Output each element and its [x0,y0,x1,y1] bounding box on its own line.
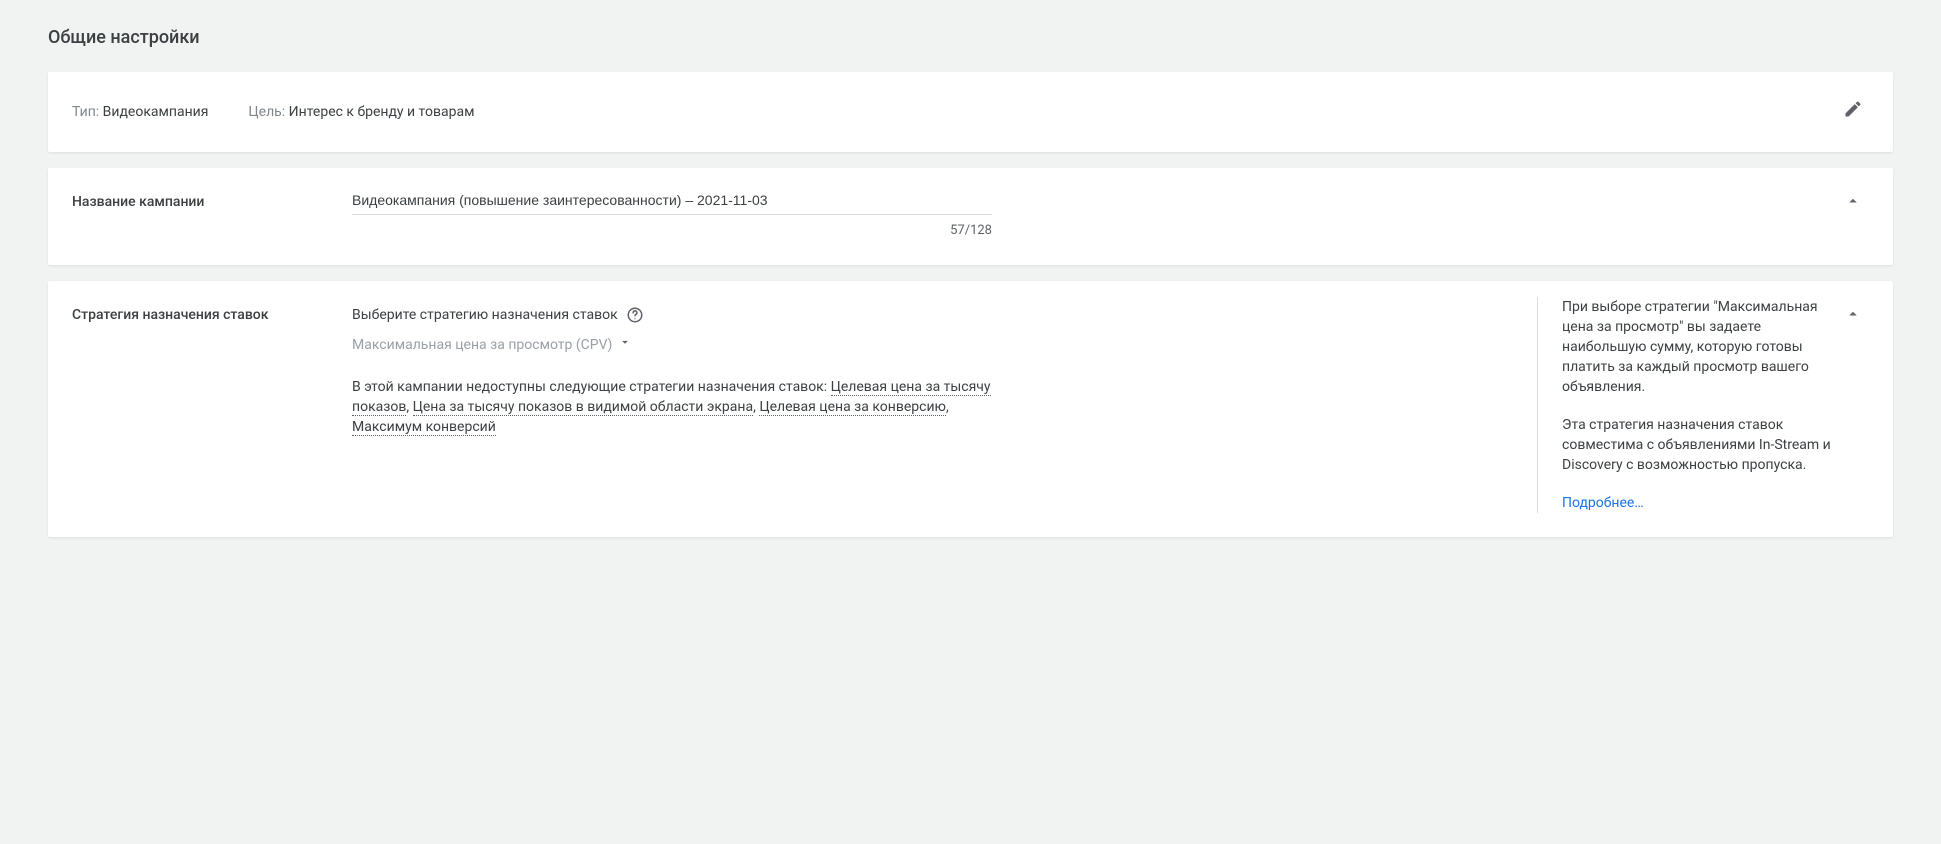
chevron-up-icon [1844,192,1862,216]
campaign-name-card: Название кампании 57/128 [48,168,1893,265]
bidding-strategy-select[interactable]: Максимальная цена за просмотр (CPV) [352,329,632,361]
learn-more-link[interactable]: Подробнее… [1562,493,1837,513]
goal-pair: Цель: Интерес к бренду и товарам [248,102,474,122]
bidding-help-para2: Эта стратегия назначения ставок совмести… [1562,415,1837,475]
campaign-name-label: Название кампании [72,184,352,212]
goal-value: Интерес к бренду и товарам [289,104,475,120]
edit-button[interactable] [1837,96,1869,128]
page-title: Общие настройки [0,20,1941,72]
chevron-up-icon [1844,305,1862,329]
chevron-down-icon [618,335,632,355]
unavailable-strategies-text: В этой кампании недоступны следующие стр… [352,377,992,437]
collapse-button[interactable] [1837,188,1869,220]
unavail-vcpm[interactable]: Цена за тысячу показов в видимой области… [413,399,754,416]
type-value: Видеокампания [103,104,209,120]
goal-label: Цель: [248,104,285,120]
collapse-button[interactable] [1837,301,1869,333]
type-pair: Тип: Видеокампания [72,102,208,122]
bidding-help-para1: При выборе стратегии "Максимальная цена … [1562,297,1837,397]
type-label: Тип: [72,104,99,120]
pencil-icon [1843,99,1863,125]
bidding-strategy-label: Стратегия назначения ставок [72,297,352,325]
campaign-type-summary-card: Тип: Видеокампания Цель: Интерес к бренд… [48,72,1893,152]
bidding-help-panel: При выборе стратегии "Максимальная цена … [1537,297,1837,513]
help-icon[interactable] [626,306,644,324]
unavail-target-cpa[interactable]: Целевая цена за конверсию [759,399,946,416]
unavail-max-conversions[interactable]: Максимум конверсий [352,419,496,436]
bidding-strategy-card: Стратегия назначения ставок Выберите стр… [48,281,1893,537]
unavailable-intro: В этой кампании недоступны следующие стр… [352,379,827,395]
campaign-name-input[interactable] [352,184,992,215]
campaign-name-char-counter: 57/128 [352,215,992,241]
bidding-strategy-value: Максимальная цена за просмотр (CPV) [352,335,612,355]
bidding-choose-label: Выберите стратегию назначения ставок [352,305,618,325]
